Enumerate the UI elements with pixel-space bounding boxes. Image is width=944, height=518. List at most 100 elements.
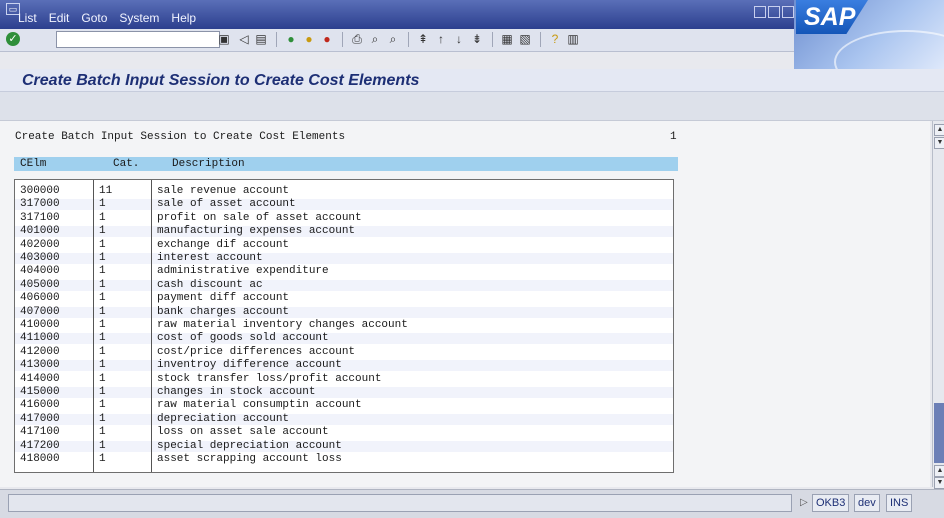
table-row[interactable]: 417200 1 special depreciation account: [15, 439, 673, 452]
cell-celm: 417000: [20, 412, 60, 425]
table-row[interactable]: 403000 1 interest account: [15, 253, 673, 264]
cell-cat: 1: [99, 453, 106, 465]
cell-description: raw material consumptin account: [157, 399, 362, 412]
menu-help[interactable]: Help: [171, 11, 196, 25]
cell-celm: 416000: [20, 399, 60, 412]
find-icon[interactable]: ⌕: [368, 32, 382, 46]
create-session-icon[interactable]: ▦: [500, 32, 514, 46]
menu-system[interactable]: System: [119, 11, 159, 25]
table-row[interactable]: 410000 1 raw material inventory changes ac…: [15, 320, 673, 331]
cell-celm: 411000: [20, 332, 60, 345]
close-icon[interactable]: [782, 6, 794, 18]
column-header-row: CElm Cat. Description: [14, 157, 678, 171]
cell-description: asset scrapping account loss: [157, 453, 342, 465]
scroll-up-icon[interactable]: ▲: [934, 124, 944, 136]
previous-page-icon[interactable]: ↑: [434, 32, 448, 46]
last-page-icon[interactable]: ⇟: [470, 32, 484, 46]
cell-cat: 1: [99, 412, 106, 425]
page-number: 1: [670, 131, 677, 143]
vertical-scrollbar[interactable]: ▲ ▼ ▲ ▼: [932, 121, 944, 489]
cell-description: raw material inventory changes account: [157, 319, 408, 331]
table-row[interactable]: 415000 1 changes in stock account: [15, 387, 673, 398]
cell-cat: 1: [99, 359, 106, 372]
first-page-icon[interactable]: ⇞: [416, 32, 430, 46]
column-celm: CElm: [20, 158, 47, 170]
print-icon[interactable]: ⎙: [350, 32, 364, 46]
table-row[interactable]: 317000 1 sale of asset account: [15, 199, 673, 211]
scroll-down-lower-icon[interactable]: ▼: [934, 477, 944, 489]
enter-check-icon[interactable]: ✓: [6, 32, 20, 46]
maximize-icon[interactable]: [768, 6, 780, 18]
cost-element-table: 300000 11 sale revenue account 317000 1 sale …: [14, 179, 674, 473]
back-arrow-icon[interactable]: ◁: [238, 32, 250, 46]
menu-goto[interactable]: Goto: [81, 11, 107, 25]
title-bar: Create Batch Input Session to Create Cos…: [0, 69, 944, 92]
page-title: Create Batch Input Session to Create Cos…: [22, 72, 420, 89]
transaction-code: OKB3: [812, 494, 850, 512]
sap-logo-area: SAP: [794, 0, 944, 70]
table-row[interactable]: 404000 1 administrative expenditure: [15, 266, 673, 277]
table-row[interactable]: 413000 1 inventroy difference account: [15, 359, 673, 372]
table-row[interactable]: 412000 1 cost/price differences account: [15, 345, 673, 358]
cell-description: payment diff account: [157, 292, 290, 305]
cell-description: special depreciation account: [157, 439, 342, 452]
application-toolbar: [0, 92, 944, 121]
table-row[interactable]: 317100 1 profit on sale of asset account: [15, 211, 673, 224]
table-row[interactable]: 411000 1 cost of goods sold account: [15, 332, 673, 345]
save-icon[interactable]: ▤: [255, 32, 267, 46]
cell-description: manufacturing expenses account: [157, 225, 356, 238]
cell-description: inventroy difference account: [157, 359, 342, 372]
table-row[interactable]: 402000 1 exchange dif account: [15, 238, 673, 251]
list-header: Create Batch Input Session to Create Cos…: [15, 131, 346, 143]
cell-description: bank charges account: [157, 305, 290, 318]
cell-description: interest account: [157, 252, 263, 264]
insert-mode[interactable]: INS: [886, 494, 913, 512]
cell-celm: 317100: [20, 211, 60, 224]
cell-celm: 417200: [20, 439, 60, 452]
next-page-icon[interactable]: ↓: [452, 32, 466, 46]
command-history-icon[interactable]: ▣: [218, 32, 230, 46]
minimize-icon[interactable]: [754, 6, 766, 18]
cell-celm: 401000: [20, 225, 60, 238]
cell-cat: 1: [99, 426, 106, 439]
scroll-up-lower-icon[interactable]: ▲: [934, 465, 944, 477]
cell-description: administrative expenditure: [157, 265, 329, 278]
decorative-wave: [834, 30, 944, 70]
table-row[interactable]: 300000 11 sale revenue account: [15, 186, 673, 197]
cell-celm: 403000: [20, 252, 60, 264]
table-row[interactable]: 407000 1 bank charges account: [15, 305, 673, 318]
cell-cat: 1: [99, 332, 106, 345]
help-icon[interactable]: ?: [548, 32, 562, 46]
scroll-down-icon[interactable]: ▼: [934, 137, 944, 149]
cancel-icon[interactable]: ●: [320, 32, 334, 46]
column-cat: Cat.: [113, 158, 140, 170]
table-row[interactable]: 401000 1 manufacturing expenses account: [15, 225, 673, 238]
table-row[interactable]: 417100 1 loss on asset sale account: [15, 427, 673, 438]
table-row[interactable]: 414000 1 stock transfer loss/profit accoun…: [15, 372, 673, 385]
cell-description: exchange dif account: [157, 238, 290, 251]
table-row[interactable]: 405000 1 cash discount ac: [15, 279, 673, 291]
layout-menu-icon[interactable]: ▥: [566, 32, 580, 46]
cell-celm: 407000: [20, 305, 60, 318]
table-row[interactable]: 416000 1 raw material consumptin account: [15, 400, 673, 411]
table-row[interactable]: 406000 1 payment diff account: [15, 293, 673, 304]
scroll-thumb[interactable]: [934, 403, 944, 463]
cell-celm: 413000: [20, 359, 60, 372]
cell-cat: 1: [99, 252, 106, 264]
menu-list[interactable]: List: [18, 11, 37, 25]
command-field[interactable]: [56, 31, 220, 48]
exit-icon[interactable]: ●: [302, 32, 316, 46]
table-row[interactable]: 417000 1 depreciation account: [15, 412, 673, 425]
menu-edit[interactable]: Edit: [49, 11, 70, 25]
cell-celm: 402000: [20, 238, 60, 251]
cell-description: changes in stock account: [157, 386, 316, 398]
find-next-icon[interactable]: ⌕: [386, 32, 400, 46]
cell-celm: 412000: [20, 345, 60, 358]
cell-cat: 1: [99, 372, 106, 385]
cell-description: cost of goods sold account: [157, 332, 329, 345]
table-row[interactable]: 418000 1 asset scrapping account loss: [15, 454, 673, 465]
create-shortcut-icon[interactable]: ▧: [518, 32, 532, 46]
status-expand-icon[interactable]: ▷: [800, 497, 808, 508]
column-description: Description: [172, 158, 245, 170]
back-icon[interactable]: ●: [284, 32, 298, 46]
